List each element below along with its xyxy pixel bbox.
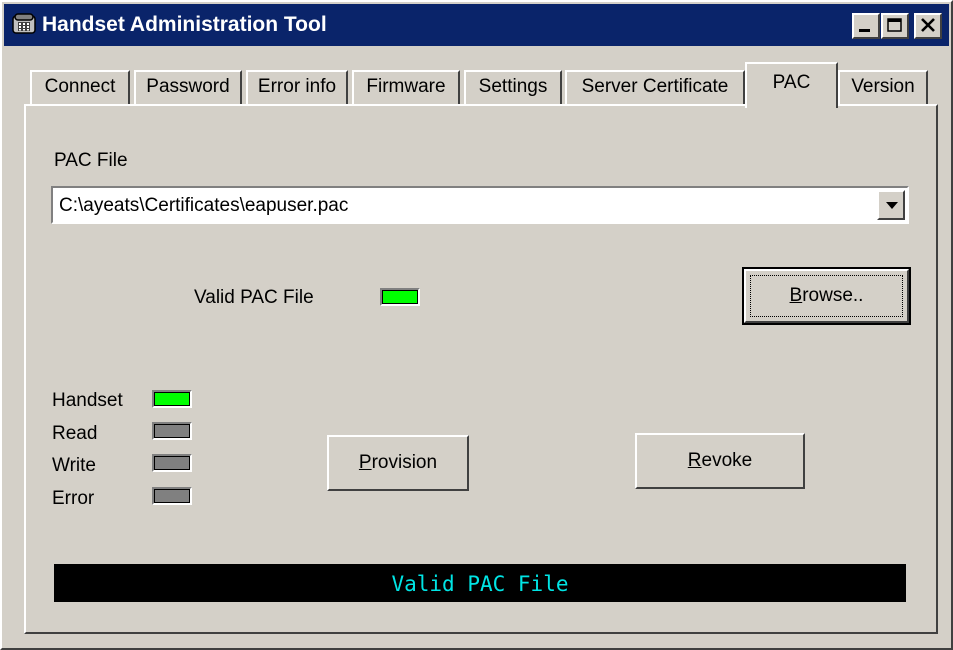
tab-password[interactable]: Password (134, 70, 242, 106)
indicator-label-read: Read (52, 423, 98, 444)
handset-led (154, 392, 190, 406)
error-led (154, 489, 190, 503)
maximize-icon (887, 18, 902, 32)
maximize-button[interactable] (881, 13, 909, 39)
valid-pac-label: Valid PAC File (194, 287, 314, 308)
chevron-down-icon (886, 202, 898, 209)
close-button[interactable] (914, 13, 942, 39)
indicator-handset (152, 390, 192, 408)
indicator-label-write: Write (52, 455, 96, 476)
indicator-label-handset: Handset (52, 390, 123, 411)
pac-file-label: PAC File (54, 150, 128, 171)
indicator-read (152, 422, 192, 440)
revoke-button-label: Revoke (687, 450, 753, 471)
browse-button[interactable]: Browse.. (742, 267, 911, 325)
telephone-icon (12, 13, 36, 34)
close-icon (921, 18, 935, 32)
minimize-button[interactable] (852, 13, 880, 39)
tab-pac[interactable]: PAC (745, 62, 838, 108)
tab-panel-pac (24, 104, 938, 634)
tab-connect[interactable]: Connect (30, 70, 130, 106)
indicator-write (152, 454, 192, 472)
valid-pac-led (382, 290, 418, 304)
tab-settings[interactable]: Settings (464, 70, 562, 106)
window-title: Handset Administration Tool (42, 13, 327, 36)
provision-button-label: Provision (358, 452, 438, 473)
title-bar[interactable]: Handset Administration Tool (4, 4, 949, 46)
app-window: Handset Administration Tool Connect Pass… (0, 0, 953, 650)
minimize-icon (859, 29, 870, 32)
read-led (154, 424, 190, 438)
pac-file-combobox[interactable]: C:\ayeats\Certificates\eapuser.pac (51, 186, 909, 224)
revoke-button[interactable]: Revoke (635, 433, 805, 489)
indicator-label-error: Error (52, 488, 95, 509)
pac-file-path: C:\ayeats\Certificates\eapuser.pac (59, 195, 349, 216)
valid-pac-indicator (380, 288, 420, 306)
browse-button-label: Browse.. (789, 285, 864, 306)
tab-server-certificate[interactable]: Server Certificate (565, 70, 745, 106)
status-display: Valid PAC File (54, 564, 906, 602)
tab-version[interactable]: Version (838, 70, 928, 106)
write-led (154, 456, 190, 470)
provision-button[interactable]: Provision (327, 435, 469, 491)
tab-error-info[interactable]: Error info (246, 70, 348, 106)
indicator-error (152, 487, 192, 505)
tab-firmware[interactable]: Firmware (352, 70, 460, 106)
dropdown-button[interactable] (877, 190, 905, 220)
status-text: Valid PAC File (391, 572, 569, 596)
